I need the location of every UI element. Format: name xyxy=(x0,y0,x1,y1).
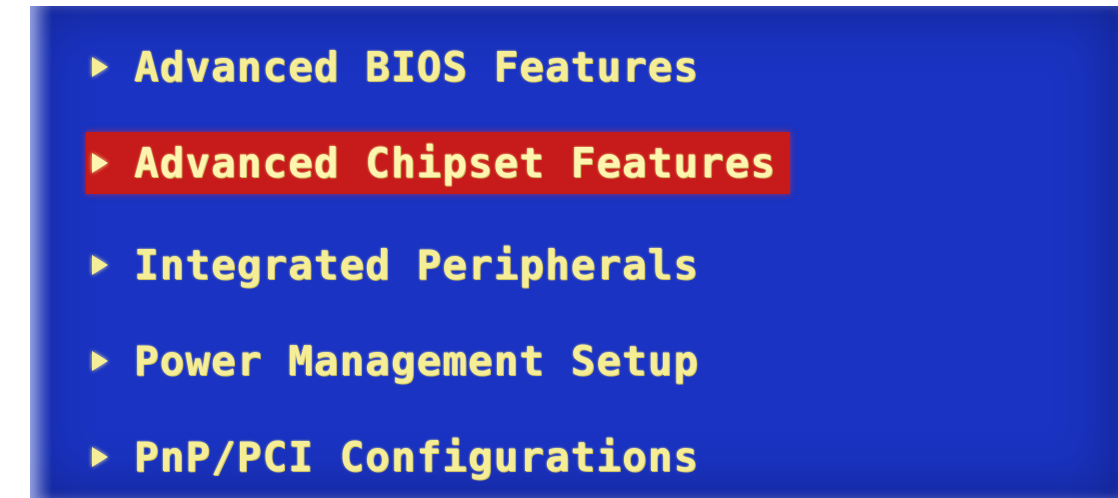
menu-item-advanced-bios-features[interactable]: Advanced BIOS Features xyxy=(92,36,699,98)
triangle-right-icon xyxy=(92,153,108,173)
menu-item-pnp-pci-configurations[interactable]: PnP/PCI Configurations xyxy=(92,426,699,488)
triangle-right-icon xyxy=(92,447,108,467)
menu-item-integrated-peripherals[interactable]: Integrated Peripherals xyxy=(92,234,699,296)
menu-item-power-management-setup[interactable]: Power Management Setup xyxy=(92,330,699,392)
bios-main-menu: Advanced BIOS Features Advanced Chipset … xyxy=(30,6,1118,498)
triangle-right-icon xyxy=(92,255,108,275)
menu-item-label: Integrated Peripherals xyxy=(134,241,700,289)
bios-screen: Advanced BIOS Features Advanced Chipset … xyxy=(30,6,1118,498)
menu-item-label: Advanced Chipset Features xyxy=(134,139,777,187)
menu-item-advanced-chipset-features[interactable]: Advanced Chipset Features xyxy=(86,132,791,194)
triangle-right-icon xyxy=(92,57,108,77)
menu-item-label: PnP/PCI Configurations xyxy=(134,433,700,481)
triangle-right-icon xyxy=(92,351,108,371)
menu-item-label: Advanced BIOS Features xyxy=(134,43,700,91)
menu-item-label: Power Management Setup xyxy=(134,337,700,385)
